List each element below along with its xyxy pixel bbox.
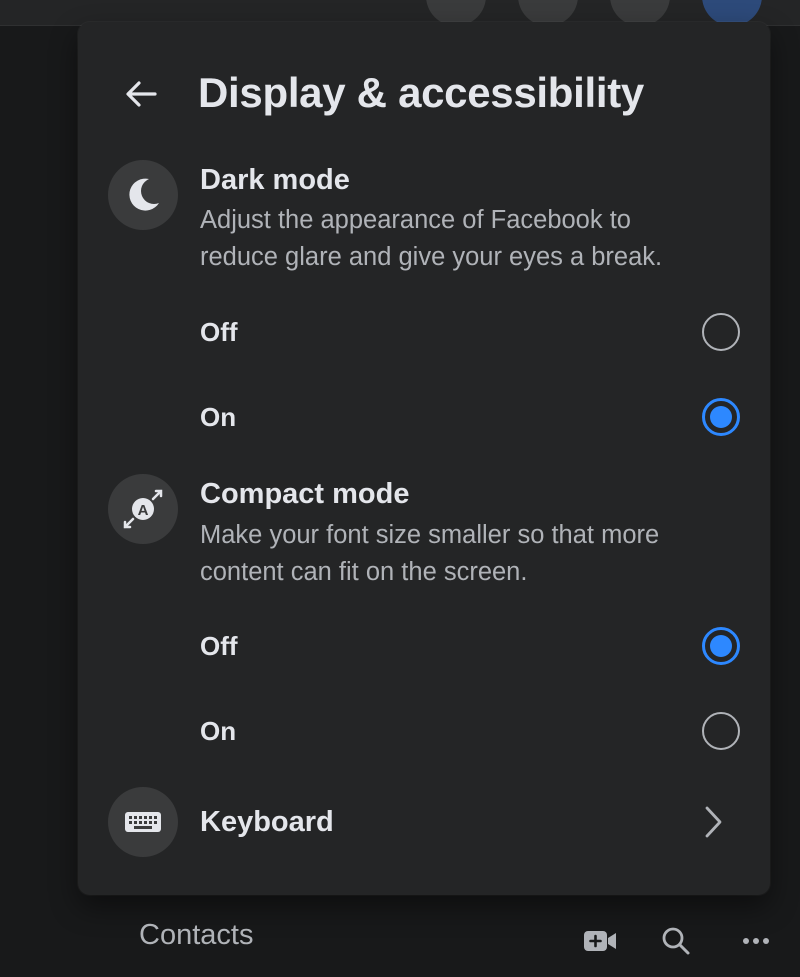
compact-mode-description-line-1: Make your font size smaller so that more <box>200 521 660 549</box>
back-button[interactable] <box>116 72 166 116</box>
keyboard-icon <box>108 787 178 857</box>
svg-text:A: A <box>138 502 149 519</box>
display-accessibility-panel: Display & accessibility Dark mode Adjust… <box>78 22 770 895</box>
option-label: On <box>200 402 237 432</box>
contacts-bar: Contacts <box>0 905 800 977</box>
dark-mode-title: Dark mode <box>200 164 350 196</box>
compact-mode-off-option[interactable]: Off <box>182 608 754 684</box>
arrow-left-icon <box>126 81 157 107</box>
moon-icon <box>108 160 178 230</box>
compact-mode-off-radio[interactable] <box>702 627 740 665</box>
video-plus-icon[interactable] <box>580 921 620 961</box>
option-label: Off <box>200 317 238 347</box>
compact-mode-title: Compact mode <box>200 478 410 510</box>
option-label: On <box>200 716 237 746</box>
dark-mode-on-option[interactable]: On <box>182 379 754 455</box>
chevron-right-icon <box>705 806 722 838</box>
dark-mode-description-line-1: Adjust the appearance of Facebook to <box>200 206 631 234</box>
compact-mode-description-line-2: content can fit on the screen. <box>200 558 528 586</box>
dark-mode-description-line-2: reduce glare and give your eyes a break. <box>200 243 663 271</box>
search-icon[interactable] <box>656 921 696 961</box>
compact-mode-on-radio[interactable] <box>702 712 740 750</box>
dark-mode-off-option[interactable]: Off <box>182 294 754 370</box>
compact-mode-on-option[interactable]: On <box>182 693 754 769</box>
contacts-heading: Contacts <box>139 919 254 951</box>
page-title: Display & accessibility <box>198 69 644 116</box>
font-size-icon: A <box>108 474 178 544</box>
panel-header: Display & accessibility <box>78 64 770 122</box>
dark-mode-on-radio[interactable] <box>702 398 740 436</box>
dark-mode-off-radio[interactable] <box>702 313 740 351</box>
keyboard-label: Keyboard <box>200 806 334 838</box>
more-icon[interactable] <box>736 921 776 961</box>
page: Display & accessibility Dark mode Adjust… <box>0 0 800 977</box>
option-label: Off <box>200 631 238 661</box>
keyboard-settings-item[interactable]: Keyboard <box>94 782 754 862</box>
